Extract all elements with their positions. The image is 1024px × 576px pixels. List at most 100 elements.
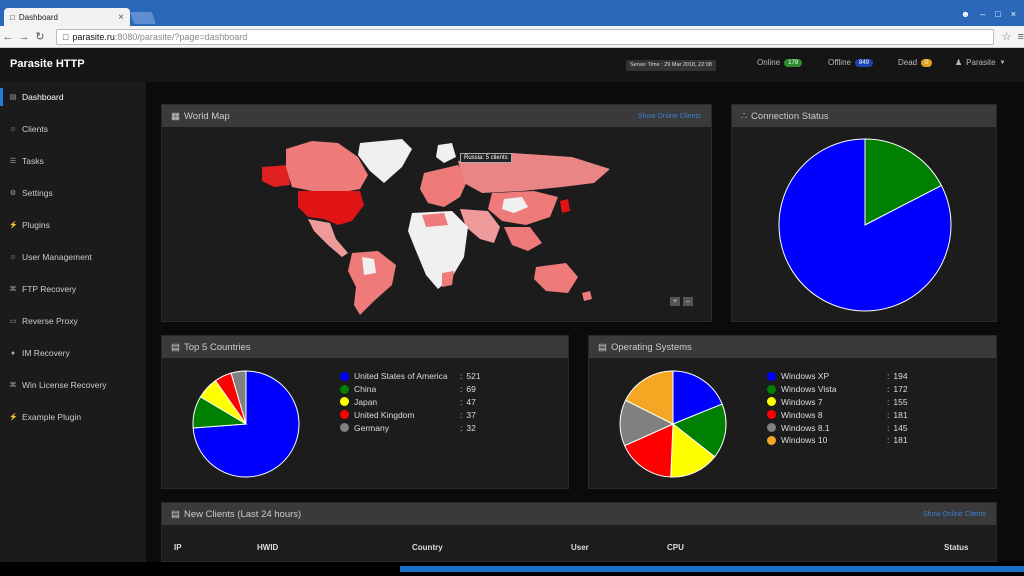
map-country-north-africa[interactable]	[422, 213, 448, 227]
sidebar-item-im-recovery[interactable]: ● IM Recovery	[0, 344, 146, 362]
legend-value: 155	[893, 396, 908, 407]
world-map-title: World Map	[183, 110, 230, 122]
operating-systems-chart[interactable]	[589, 358, 759, 490]
world-map[interactable]	[162, 127, 713, 323]
minimize-icon[interactable]: –	[980, 9, 985, 19]
legend-value: 181	[893, 435, 908, 446]
show-online-clients-link[interactable]: Show Online Clients	[638, 113, 701, 120]
page-icon: □	[10, 12, 15, 22]
browser-tab[interactable]: □ Dashboard ×	[4, 8, 130, 26]
map-country-usa[interactable]	[298, 191, 364, 225]
close-icon[interactable]: ×	[118, 12, 124, 23]
offline-status[interactable]: Offline 849	[828, 58, 873, 67]
address-bar: ← → ↻ □ parasite.ru:8080/parasite/?page=…	[0, 26, 1024, 48]
user-icon[interactable]: ☻	[961, 9, 970, 19]
legend-item[interactable]: China:69	[340, 383, 496, 396]
sidebar-item-reverse-proxy[interactable]: ▭ Reverse Proxy	[0, 312, 146, 330]
top-countries-chart[interactable]	[162, 358, 332, 490]
column-header-ip[interactable]: IP	[174, 543, 182, 552]
new-clients-header: ▤ New Clients (Last 24 hours) Show Onlin…	[162, 503, 996, 525]
map-country-new-zealand[interactable]	[582, 291, 592, 301]
legend-item[interactable]: Windows 8:181	[767, 408, 923, 421]
column-header-user[interactable]: User	[571, 543, 589, 552]
zoom-in-button[interactable]: +	[670, 297, 680, 306]
legend-item[interactable]: Japan:47	[340, 396, 496, 409]
url-input[interactable]: □ parasite.ru:8080/parasite/?page=dashbo…	[55, 28, 994, 45]
legend-value: 145	[893, 422, 908, 433]
sidebar-item-label: FTP Recovery	[22, 284, 77, 294]
legend-item[interactable]: United Kingdom:37	[340, 408, 496, 421]
offline-count-badge: 849	[854, 58, 873, 67]
column-header-country[interactable]: Country	[412, 543, 443, 552]
sidebar-item-plugins[interactable]: ⚡ Plugins	[0, 216, 146, 234]
operating-systems-header: ▤ Operating Systems	[589, 336, 996, 358]
world-map-header: ▦ World Map Show Online Clients	[162, 105, 711, 127]
map-country-australia[interactable]	[534, 263, 578, 293]
legend-item[interactable]: Windows 8.1:145	[767, 421, 923, 434]
sidebar-item-user-management[interactable]: ☺ User Management	[0, 248, 146, 266]
column-header-cpu[interactable]: CPU	[667, 543, 684, 552]
brand-logo[interactable]: Parasite HTTP	[10, 58, 85, 70]
legend-item[interactable]: Windows Vista:172	[767, 383, 923, 396]
column-header-hwid[interactable]: HWID	[257, 543, 278, 552]
map-country-scandinavia[interactable]	[436, 143, 456, 163]
zoom-out-button[interactable]: –	[683, 297, 693, 306]
dead-status[interactable]: Dead 0	[898, 58, 933, 67]
map-tooltip: Russia: 5 clients	[460, 153, 512, 163]
reload-icon[interactable]: ↻	[32, 30, 48, 43]
page-info-icon[interactable]: □	[63, 32, 68, 42]
sidebar-item-clients[interactable]: ☺ Clients	[0, 120, 146, 138]
sidebar-item-example-plugin[interactable]: ⚡ Example Plugin	[0, 408, 146, 426]
close-window-icon[interactable]: ×	[1011, 9, 1016, 19]
map-country-japan[interactable]	[560, 199, 570, 213]
back-icon[interactable]: ←	[0, 31, 16, 43]
online-status[interactable]: Online 179	[757, 58, 803, 67]
legend-item[interactable]: Germany:32	[340, 421, 496, 434]
legend-value: 194	[893, 371, 908, 382]
legend-swatch	[767, 410, 776, 420]
legend-item[interactable]: Windows XP:194	[767, 370, 923, 383]
map-country-canada[interactable]	[286, 141, 368, 193]
map-country-alaska[interactable]	[262, 165, 290, 187]
legend-item[interactable]: Windows 7:155	[767, 396, 923, 409]
window-controls: ☻ – □ ×	[961, 9, 1016, 19]
online-label: Online	[757, 58, 781, 67]
legend-item[interactable]: Windows 10:181	[767, 434, 923, 447]
offline-label: Offline	[828, 58, 851, 67]
sidebar-item-tasks[interactable]: ☰ Tasks	[0, 152, 146, 170]
connection-status-chart[interactable]	[732, 127, 998, 323]
sidebar-item-settings[interactable]: ⚙ Settings	[0, 184, 146, 202]
legend-swatch	[340, 423, 349, 433]
map-icon: ▦	[171, 110, 180, 122]
map-country-brazil-part[interactable]	[362, 257, 376, 275]
star-icon[interactable]: ☆	[1002, 30, 1012, 43]
legend-value: 69	[466, 384, 476, 395]
menu-icon[interactable]: ≡	[1018, 31, 1024, 43]
sidebar-item-win-license-recovery[interactable]: ⌘ Win License Recovery	[0, 376, 146, 394]
map-country-mexico[interactable]	[308, 219, 348, 257]
dead-count-badge: 0	[921, 58, 933, 67]
show-online-clients-link[interactable]: Show Online Clients	[923, 511, 986, 518]
legend-separator: :	[887, 384, 890, 395]
new-clients-title: New Clients (Last 24 hours)	[183, 508, 302, 520]
new-tab-button[interactable]	[129, 12, 157, 24]
map-country-europe[interactable]	[420, 165, 468, 207]
user-menu[interactable]: ♟ Parasite ▼	[955, 58, 1005, 67]
forward-icon[interactable]: →	[16, 31, 32, 43]
map-country-south-africa[interactable]	[442, 271, 454, 287]
column-header-status[interactable]: Status	[944, 543, 968, 552]
map-country-se-asia[interactable]	[504, 227, 542, 251]
top-countries-legend: United States of America:521 China:69 Japa…	[340, 370, 496, 434]
connection-status-title: Connection Status	[751, 110, 829, 122]
sidebar-item-dashboard[interactable]: ▤ Dashboard	[0, 88, 146, 106]
maximize-icon[interactable]: □	[995, 9, 1000, 19]
legend-swatch	[767, 397, 776, 407]
sidebar-item-label: Dashboard	[22, 92, 64, 102]
legend-swatch	[340, 384, 349, 394]
legend-item[interactable]: United States of America:521	[340, 370, 496, 383]
legend-separator: :	[887, 435, 890, 446]
legend-label: Windows XP	[781, 371, 830, 382]
legend-swatch	[767, 435, 776, 445]
sidebar-item-ftp-recovery[interactable]: ⌘ FTP Recovery	[0, 280, 146, 298]
legend-swatch	[767, 384, 776, 394]
